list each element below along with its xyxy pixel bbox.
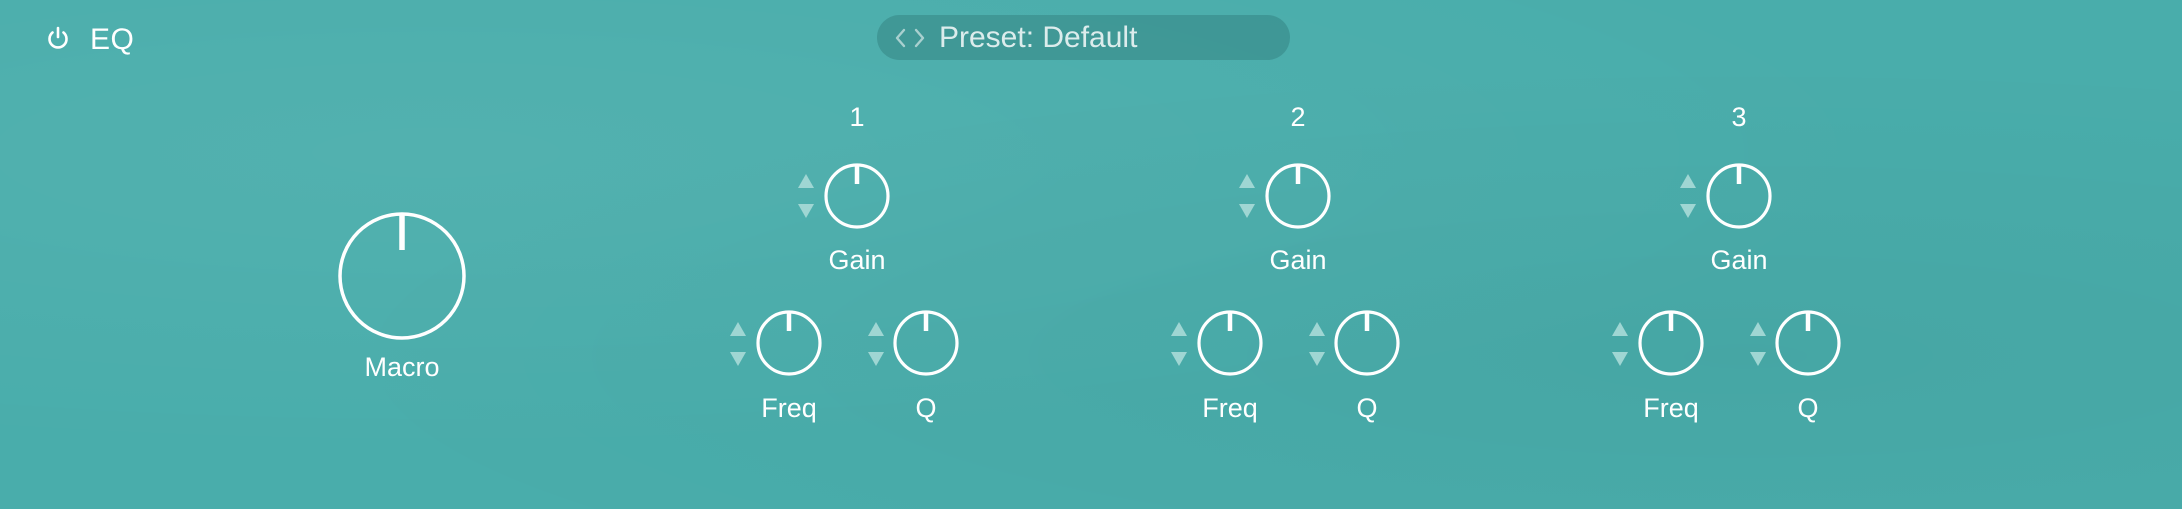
band-2-freq-stepper[interactable] (1170, 322, 1188, 366)
band-3-freq-label: Freq (1643, 393, 1699, 423)
band-3-gain-stepper[interactable] (1679, 174, 1697, 218)
band-3-q-label: Q (1797, 393, 1819, 423)
band-1-number: 1 (849, 102, 865, 132)
band-3-freq-knob[interactable] (1638, 310, 1704, 376)
band-2-gain-stepper[interactable] (1238, 174, 1256, 218)
band-1-q-label: Q (915, 393, 937, 423)
band-3-q-knob[interactable] (1775, 310, 1841, 376)
eq-panel: EQ Preset: Default Macro 1 Gain Freq Q 2… (0, 0, 2182, 509)
band-3-q-stepper[interactable] (1749, 322, 1767, 366)
band-3-gain-knob[interactable] (1706, 163, 1772, 229)
macro-knob[interactable] (338, 212, 466, 340)
band-2-freq-knob[interactable] (1197, 310, 1263, 376)
band-1-freq-label: Freq (761, 393, 817, 423)
band-3-freq-stepper[interactable] (1611, 322, 1629, 366)
band-1-q-knob[interactable] (893, 310, 959, 376)
band-2-q-stepper[interactable] (1308, 322, 1326, 366)
band-1-gain-knob[interactable] (824, 163, 890, 229)
band-1-freq-stepper[interactable] (729, 322, 747, 366)
band-1-q-stepper[interactable] (867, 322, 885, 366)
macro-label: Macro (364, 352, 440, 382)
band-2-gain-knob[interactable] (1265, 163, 1331, 229)
band-1-freq-knob[interactable] (756, 310, 822, 376)
band-3-number: 3 (1731, 102, 1747, 132)
preset-label: Preset: Default (939, 20, 1138, 54)
power-icon[interactable] (44, 24, 72, 52)
chevron-left-right-icon[interactable] (893, 27, 927, 49)
band-2-number: 2 (1290, 102, 1306, 132)
band-2-q-knob[interactable] (1334, 310, 1400, 376)
band-2-q-label: Q (1356, 393, 1378, 423)
band-2-gain-label: Gain (1269, 245, 1327, 275)
band-1-gain-label: Gain (828, 245, 886, 275)
band-3-gain-label: Gain (1710, 245, 1768, 275)
band-2-freq-label: Freq (1202, 393, 1258, 423)
plugin-title: EQ (90, 23, 135, 56)
band-1-gain-stepper[interactable] (797, 174, 815, 218)
preset-selector[interactable]: Preset: Default (877, 15, 1290, 60)
